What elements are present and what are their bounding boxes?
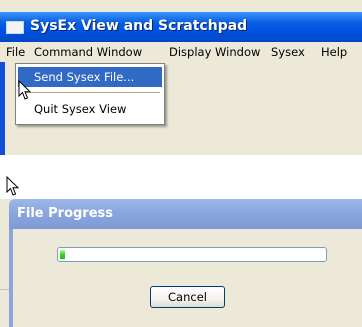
menu-command-window[interactable]: Command Window xyxy=(34,45,142,59)
dialog-titlebar[interactable]: File Progress xyxy=(9,199,362,229)
dialog-title: File Progress xyxy=(17,206,114,221)
dialog-body: Cancel xyxy=(13,229,362,327)
background-window-strip xyxy=(0,199,9,327)
menu-help[interactable]: Help xyxy=(321,45,347,59)
window-title: SysEx View and Scratchpad xyxy=(30,18,248,34)
window-app-icon xyxy=(6,21,24,34)
menu-file[interactable]: File xyxy=(6,45,25,59)
progress-bar xyxy=(57,247,327,262)
progress-bar-fill xyxy=(60,250,65,259)
menu-item-send-sysex-file[interactable]: Send Sysex File... xyxy=(18,67,162,87)
menu-item-quit-sysex-view[interactable]: Quit Sysex View xyxy=(18,99,162,119)
file-dropdown-menu: Send Sysex File... Quit Sysex View xyxy=(15,63,165,125)
file-progress-dialog: File Progress Cancel xyxy=(0,199,362,327)
menu-sysex[interactable]: Sysex xyxy=(271,45,305,59)
menubar: File Command Window Display Window Sysex… xyxy=(0,42,362,63)
window-titlebar[interactable]: SysEx View and Scratchpad xyxy=(0,12,362,42)
arrow-cursor-icon xyxy=(18,80,32,100)
menu-separator xyxy=(20,92,160,93)
cancel-button[interactable]: Cancel xyxy=(150,286,225,308)
divider xyxy=(0,289,9,290)
arrow-cursor-icon xyxy=(6,176,20,196)
menu-display-window[interactable]: Display Window xyxy=(169,45,260,59)
